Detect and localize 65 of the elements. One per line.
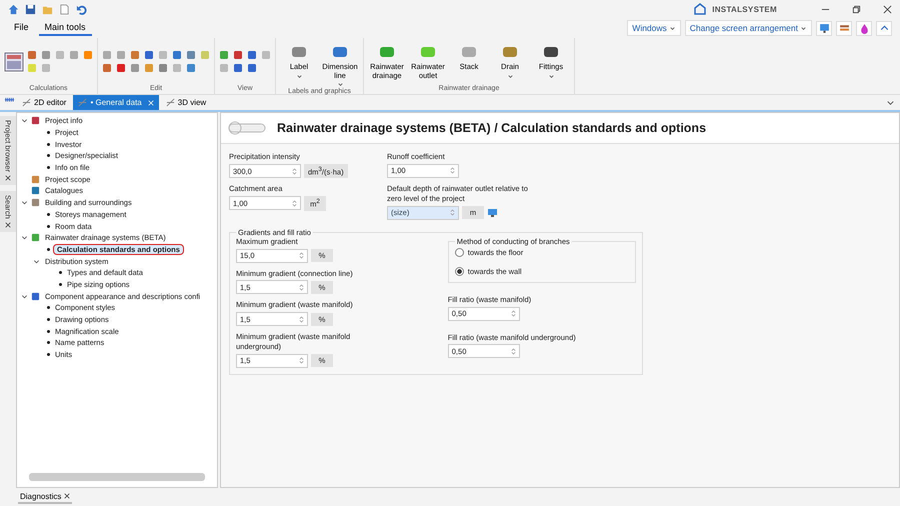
caret-icon[interactable] bbox=[21, 292, 28, 300]
layers-icon[interactable] bbox=[836, 20, 852, 36]
close-icon[interactable] bbox=[5, 222, 11, 228]
bullet-icon bbox=[47, 142, 50, 146]
section-icon bbox=[31, 233, 40, 242]
monitor-icon[interactable] bbox=[816, 20, 832, 36]
document-tab[interactable]: 3D view bbox=[160, 95, 212, 110]
caret-icon[interactable] bbox=[21, 117, 28, 124]
spinner-icon[interactable] bbox=[450, 166, 455, 176]
caret-icon bbox=[668, 24, 676, 32]
bullet-icon bbox=[47, 166, 50, 170]
logo-icon bbox=[694, 3, 706, 15]
caret-icon[interactable] bbox=[21, 234, 28, 242]
brand-name: INSTALSYSTEM bbox=[712, 4, 777, 14]
spinner-icon[interactable] bbox=[510, 309, 516, 318]
scroll-bar[interactable] bbox=[29, 473, 205, 481]
dropdown-button[interactable]: Windows bbox=[627, 20, 681, 36]
caret-icon bbox=[800, 24, 807, 32]
close-icon[interactable] bbox=[64, 493, 70, 499]
spinner-icon[interactable] bbox=[299, 251, 304, 260]
caret-icon[interactable] bbox=[33, 258, 40, 265]
bullet-icon bbox=[47, 154, 50, 158]
drop-icon[interactable] bbox=[856, 20, 872, 36]
document-tab[interactable]: • General data bbox=[73, 95, 159, 110]
spinner-icon[interactable] bbox=[299, 314, 304, 324]
monitor-icon[interactable] bbox=[487, 206, 499, 219]
spinner-icon[interactable] bbox=[450, 208, 455, 218]
save-icon[interactable] bbox=[25, 4, 36, 14]
bullet-icon bbox=[47, 306, 50, 310]
menu-tab[interactable]: File bbox=[8, 20, 35, 36]
bullet-icon bbox=[47, 131, 50, 134]
page-title: Rainwater drainage systems (BETA) / Calculation standards and options bbox=[277, 121, 706, 135]
spinner-icon[interactable] bbox=[299, 356, 304, 365]
bullet-icon bbox=[47, 212, 50, 216]
caret-icon[interactable] bbox=[21, 199, 28, 206]
document-icon[interactable] bbox=[59, 4, 70, 14]
spinner-icon[interactable] bbox=[510, 346, 516, 356]
caret-icon bbox=[296, 72, 302, 80]
restore-icon[interactable] bbox=[852, 4, 861, 14]
caret-icon bbox=[506, 72, 514, 80]
bullet-icon bbox=[47, 224, 50, 228]
bullet-icon bbox=[47, 318, 50, 322]
bullet-icon bbox=[47, 248, 50, 251]
document-tab[interactable]: 2D editor bbox=[17, 95, 72, 110]
bullet-icon bbox=[59, 271, 62, 274]
diagnostics-tab[interactable]: Diagnostics bbox=[18, 490, 72, 504]
menu-tab[interactable]: Main tools bbox=[38, 20, 92, 36]
caret-icon bbox=[548, 72, 554, 80]
caret-icon bbox=[336, 81, 344, 88]
spinner-icon[interactable] bbox=[292, 198, 297, 208]
spinner-icon[interactable] bbox=[299, 282, 304, 292]
section-icon bbox=[31, 292, 40, 301]
bullet-icon bbox=[47, 353, 50, 356]
close-icon[interactable] bbox=[883, 4, 892, 14]
spinner-icon[interactable] bbox=[292, 166, 297, 176]
collapse-icon[interactable] bbox=[876, 20, 892, 36]
close-icon[interactable] bbox=[5, 175, 11, 182]
calculator-icon[interactable] bbox=[4, 52, 24, 72]
home-icon[interactable] bbox=[8, 4, 19, 14]
undo-icon[interactable] bbox=[76, 4, 87, 14]
bullet-icon bbox=[47, 341, 50, 344]
bullet-icon bbox=[59, 282, 62, 286]
bullet-icon bbox=[47, 330, 50, 333]
dropdown-button[interactable]: Change screen arrangement bbox=[684, 20, 812, 36]
section-icon bbox=[31, 116, 40, 126]
